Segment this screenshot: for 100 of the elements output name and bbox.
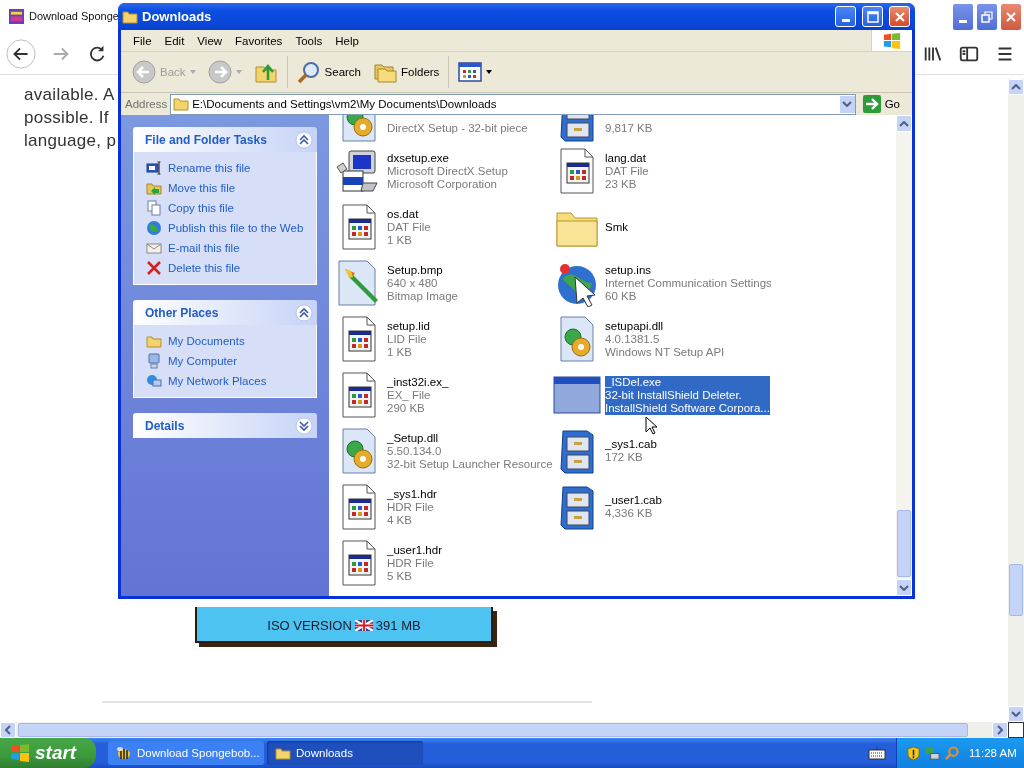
file-label[interactable]: _user1.hdr HDR File 5 KB: [387, 543, 442, 583]
menu-item[interactable]: Favorites: [229, 34, 289, 47]
chevron-down-icon: [1011, 711, 1021, 717]
views-icon: [458, 60, 483, 84]
menu-item[interactable]: Help: [329, 34, 365, 47]
minimize-icon: [841, 19, 850, 22]
scroll-right-button[interactable]: [992, 722, 1008, 738]
restore-button[interactable]: [976, 3, 998, 31]
network-icon: [146, 373, 162, 389]
file-label[interactable]: _sys1.cab 172 KB: [605, 438, 657, 464]
maximize-button[interactable]: [862, 6, 883, 27]
minimize-button[interactable]: [835, 6, 856, 27]
file-label[interactable]: _user1.cab 4,336 KB: [605, 494, 662, 520]
caret-icon: [235, 70, 242, 74]
task-link[interactable]: Delete this file: [146, 260, 308, 276]
search-button[interactable]: Search: [293, 58, 364, 86]
globe-icon: [146, 220, 162, 236]
copy-icon: [146, 200, 162, 216]
file-label[interactable]: setupapi.dll 4.0.1381.5 Windows NT Setup API: [605, 319, 725, 359]
file-label[interactable]: 9,817 KB: [605, 122, 653, 135]
scrollbar-thumb[interactable]: [897, 510, 911, 577]
page-scrollbar[interactable]: [1008, 79, 1024, 722]
scroll-down-button[interactable]: [896, 579, 912, 596]
windows-logo-icon: [882, 31, 902, 50]
folder-icon: [146, 333, 162, 349]
taskbar-button[interactable]: Downloads: [267, 741, 423, 765]
file-label[interactable]: Setup.bmp 640 x 480 Bitmap Image: [387, 263, 458, 303]
browser-tab[interactable]: Download Sponge: [0, 0, 119, 32]
task-link[interactable]: Move this file: [146, 180, 308, 196]
close-button[interactable]: [889, 6, 910, 27]
file-label[interactable]: os.dat DAT File 1 KB: [387, 207, 431, 247]
menu-item[interactable]: View: [191, 34, 229, 47]
go-button[interactable]: Go: [858, 95, 906, 113]
scroll-up-button[interactable]: [896, 115, 912, 132]
file-label[interactable]: _sys1.hdr HDR File 4 KB: [387, 487, 437, 527]
chevron-right-icon: [997, 725, 1003, 735]
file-label[interactable]: _ISDel.exe 32-bit InstallShield Deleter. InstallShield Software Corpora...: [605, 375, 770, 415]
site-favicon-icon: [9, 8, 24, 24]
article-text: possible. If: [24, 107, 109, 129]
dropdown-button[interactable]: [839, 95, 855, 113]
file-label[interactable]: setup.ins Internet Communication Settings 60 KB: [605, 263, 771, 303]
scroll-down-button[interactable]: [1008, 706, 1024, 722]
task-link[interactable]: Copy this file: [146, 200, 308, 216]
file-label[interactable]: _Setup.dll 5.50.134.0 32-bit Setup Launcher Resource: [387, 431, 553, 471]
panel-header[interactable]: Other Places: [133, 300, 317, 325]
clock: 11:28 AM: [969, 747, 1017, 759]
collapse-icon[interactable]: [295, 303, 313, 322]
minimize-button[interactable]: [952, 3, 974, 31]
scrollbar-thumb[interactable]: [1009, 564, 1023, 616]
banner-size: 391 MB: [375, 618, 421, 633]
expand-icon[interactable]: [295, 416, 313, 435]
delete-icon: [146, 260, 162, 276]
menu-item[interactable]: Tools: [289, 34, 329, 47]
arrow-icon: [862, 95, 881, 113]
address-field[interactable]: E:\Documents and Settings\vm2\My Documents\Downloads: [170, 93, 856, 115]
folders-button[interactable]: Folders: [370, 58, 443, 86]
panel-header[interactable]: File and Folder Tasks: [133, 127, 317, 152]
task-link[interactable]: My Computer: [146, 353, 308, 369]
task-link[interactable]: My Documents: [146, 333, 308, 349]
file-label[interactable]: setup.lid LID File 1 KB: [387, 319, 430, 359]
envelope-icon: [146, 240, 162, 256]
flag-icon: [354, 620, 373, 631]
file-label[interactable]: dxsetup.exe Microsoft DirectX Setup Microsoft Corporation: [387, 151, 508, 191]
task-link[interactable]: Rename this file: [146, 160, 308, 176]
folder-icon: [173, 96, 190, 112]
shield-icon[interactable]: [906, 745, 921, 761]
article-text: language, p: [24, 130, 117, 152]
scroll-up-button[interactable]: [1008, 79, 1024, 95]
menu-item[interactable]: Edit: [158, 34, 191, 47]
chevron-up-icon: [899, 120, 909, 127]
scrollbar-corner: [1008, 722, 1024, 738]
scrollbar-thumb[interactable]: [18, 723, 968, 737]
chevron-down-icon: [842, 101, 853, 107]
task-link[interactable]: E-mail this file: [146, 240, 308, 256]
chevron-left-icon: [5, 725, 11, 735]
collapse-icon[interactable]: [295, 130, 313, 149]
file-label[interactable]: Smk: [605, 220, 628, 234]
back-icon[interactable]: [6, 39, 36, 69]
menu-item[interactable]: File: [127, 34, 158, 47]
panel-header[interactable]: Details: [133, 413, 317, 438]
minimize-icon: [959, 19, 967, 23]
caret-icon: [486, 70, 493, 74]
article-text: available. A: [24, 84, 115, 106]
taskbar-button[interactable]: Download Spongebob...: [108, 741, 264, 765]
task-link[interactable]: Publish this file to the Web: [146, 220, 308, 236]
windows-logo-icon: [10, 743, 30, 763]
close-button[interactable]: [1000, 3, 1022, 31]
file-label[interactable]: _inst32i.ex_ EX_ File 290 KB: [387, 375, 449, 415]
close-icon: [1005, 11, 1017, 23]
task-link[interactable]: My Network Places: [146, 373, 308, 389]
file-label[interactable]: DirectX Setup - 32-bit piece: [387, 122, 528, 135]
computer-icon: [146, 353, 162, 369]
scroll-left-button[interactable]: [0, 722, 16, 738]
file-label[interactable]: lang.dat DAT File 23 KB: [605, 151, 649, 191]
panel-title: Other Places: [145, 305, 219, 320]
move-folder-icon: [146, 180, 162, 196]
horizontal-scrollbar[interactable]: [0, 722, 1008, 738]
keyboard-icon[interactable]: [868, 746, 886, 760]
file-list-scrollbar[interactable]: [896, 115, 912, 596]
network-icon[interactable]: [925, 745, 940, 761]
